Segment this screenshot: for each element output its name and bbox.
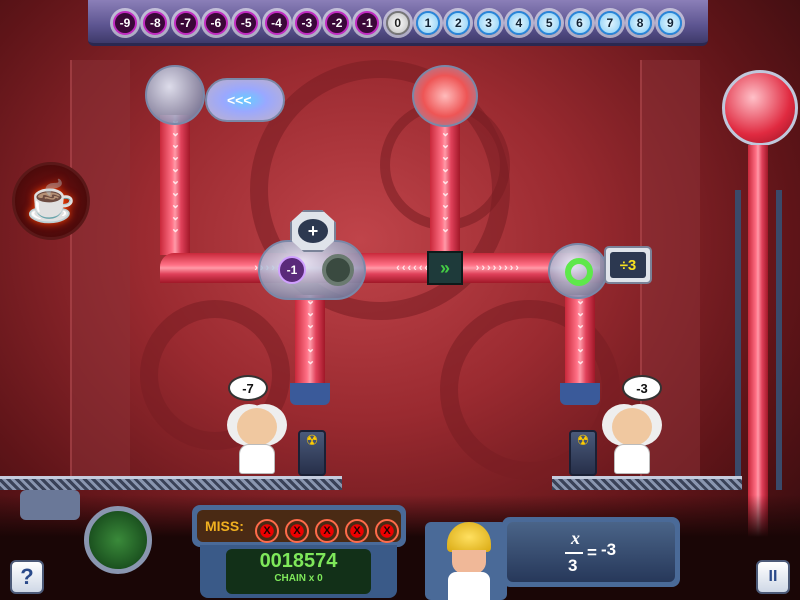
miss-atom-icon: X bbox=[375, 519, 399, 543]
adder-gear-icon bbox=[322, 254, 354, 286]
equation-equals: = bbox=[587, 543, 597, 562]
miss-atom-icon: X bbox=[285, 519, 309, 543]
miss-label: MISS: bbox=[205, 518, 244, 534]
scientist-head bbox=[237, 408, 277, 446]
number-token[interactable]: 6 bbox=[567, 11, 592, 35]
number-token[interactable]: -3 bbox=[294, 11, 319, 35]
double-chevron-right-icon: » bbox=[439, 257, 450, 278]
pipe-outlet bbox=[290, 383, 330, 405]
divider-machine[interactable] bbox=[548, 243, 608, 299]
number-token[interactable]: 3 bbox=[476, 11, 501, 35]
radiation-pod-right: ☢ bbox=[569, 430, 597, 476]
number-token[interactable]: 4 bbox=[506, 11, 531, 35]
number-token[interactable]: 5 bbox=[537, 11, 562, 35]
number-capsule: <<< bbox=[205, 78, 285, 122]
radiation-pod-left: ☢ bbox=[298, 430, 326, 476]
divider-label: ÷3 bbox=[610, 252, 646, 278]
game-stage: -9 -8 -7 -6 -5 -4 -3 -2 -1 0 1 2 3 4 5 6 7 8 9 ⌄ ⌄ ⌄ ⌄ ⌄ ⌄ ⌄ ⌄ ⌄ ⌄ … bbox=[0, 0, 800, 600]
pipe-vertical: ⌄ ⌄ ⌄ ⌄ ⌄ ⌄ bbox=[295, 295, 325, 385]
worker-body bbox=[448, 572, 490, 600]
miss-atom-icon: X bbox=[255, 519, 279, 543]
input-valve-middle[interactable] bbox=[412, 65, 478, 127]
chain-counter: CHAIN x 0 bbox=[274, 573, 323, 584]
divider-display: ÷3 bbox=[604, 246, 652, 284]
scientist-body bbox=[239, 444, 275, 474]
scaffold bbox=[776, 190, 782, 490]
help-button[interactable]: ? bbox=[10, 560, 44, 594]
loudspeaker-icon bbox=[20, 490, 80, 520]
radiation-icon: ☢ bbox=[576, 432, 590, 448]
left-platform bbox=[0, 476, 342, 490]
number-token[interactable]: -7 bbox=[173, 11, 198, 35]
number-token[interactable]: -4 bbox=[264, 11, 289, 35]
number-token[interactable]: -9 bbox=[113, 11, 137, 35]
ring-icon bbox=[565, 258, 593, 286]
equation-rhs: -3 bbox=[601, 540, 617, 559]
equation-numerator: x bbox=[571, 528, 580, 548]
number-token[interactable]: -5 bbox=[234, 11, 259, 35]
speech-bubble: -3 bbox=[622, 375, 662, 401]
pipe-horizontal: ››››››››› ‹‹‹‹‹‹ ›››››››› bbox=[160, 253, 600, 283]
pipe-vertical: ⌄⌄⌄⌄⌄⌄⌄⌄⌄⌄ bbox=[430, 115, 460, 255]
score-value: 0018574 bbox=[259, 550, 338, 572]
number-token[interactable]: 8 bbox=[628, 11, 653, 35]
flask bbox=[722, 70, 798, 146]
coffee-cup-icon[interactable]: ☕ bbox=[12, 162, 90, 240]
scientist-head bbox=[612, 408, 652, 446]
fraction-bar bbox=[565, 552, 583, 554]
number-token[interactable]: 1 bbox=[416, 11, 440, 35]
radar-gauge bbox=[84, 506, 152, 574]
scaffold bbox=[735, 190, 741, 490]
miss-atom-icon: X bbox=[345, 519, 369, 543]
speech-bubble: -7 bbox=[228, 375, 268, 401]
scientist-body bbox=[614, 444, 650, 474]
number-token[interactable]: 0 bbox=[385, 11, 410, 35]
adder-token: -1 bbox=[278, 256, 306, 284]
worker-head bbox=[452, 550, 486, 574]
miss-panel: MISS: XXXXX bbox=[192, 505, 406, 547]
pipe-vertical: ⌄ ⌄ ⌄ ⌄ ⌄ ⌄ bbox=[565, 295, 595, 385]
background-column bbox=[70, 60, 130, 480]
input-valve-left[interactable] bbox=[145, 65, 205, 125]
number-token[interactable]: -2 bbox=[325, 11, 350, 35]
equation-denominator: 3 bbox=[568, 556, 578, 575]
pipe-outlet bbox=[560, 383, 600, 405]
score-panel: 0018574 CHAIN x 0 bbox=[200, 545, 397, 598]
direction-switch[interactable]: » bbox=[427, 251, 463, 285]
number-token[interactable]: 7 bbox=[597, 11, 622, 35]
radiation-icon: ☢ bbox=[305, 432, 319, 448]
pipe-vertical: ⌄⌄⌄⌄⌄⌄⌄⌄⌄⌄ bbox=[160, 115, 190, 255]
number-token[interactable]: -6 bbox=[203, 11, 228, 35]
plus-icon: + bbox=[298, 219, 328, 243]
right-platform bbox=[552, 476, 742, 490]
capsule-arrows: <<< bbox=[227, 92, 252, 108]
equation-panel: x 3 = -3 bbox=[502, 517, 680, 587]
pause-button[interactable]: II bbox=[756, 560, 790, 594]
miss-atom-icon: X bbox=[315, 519, 339, 543]
